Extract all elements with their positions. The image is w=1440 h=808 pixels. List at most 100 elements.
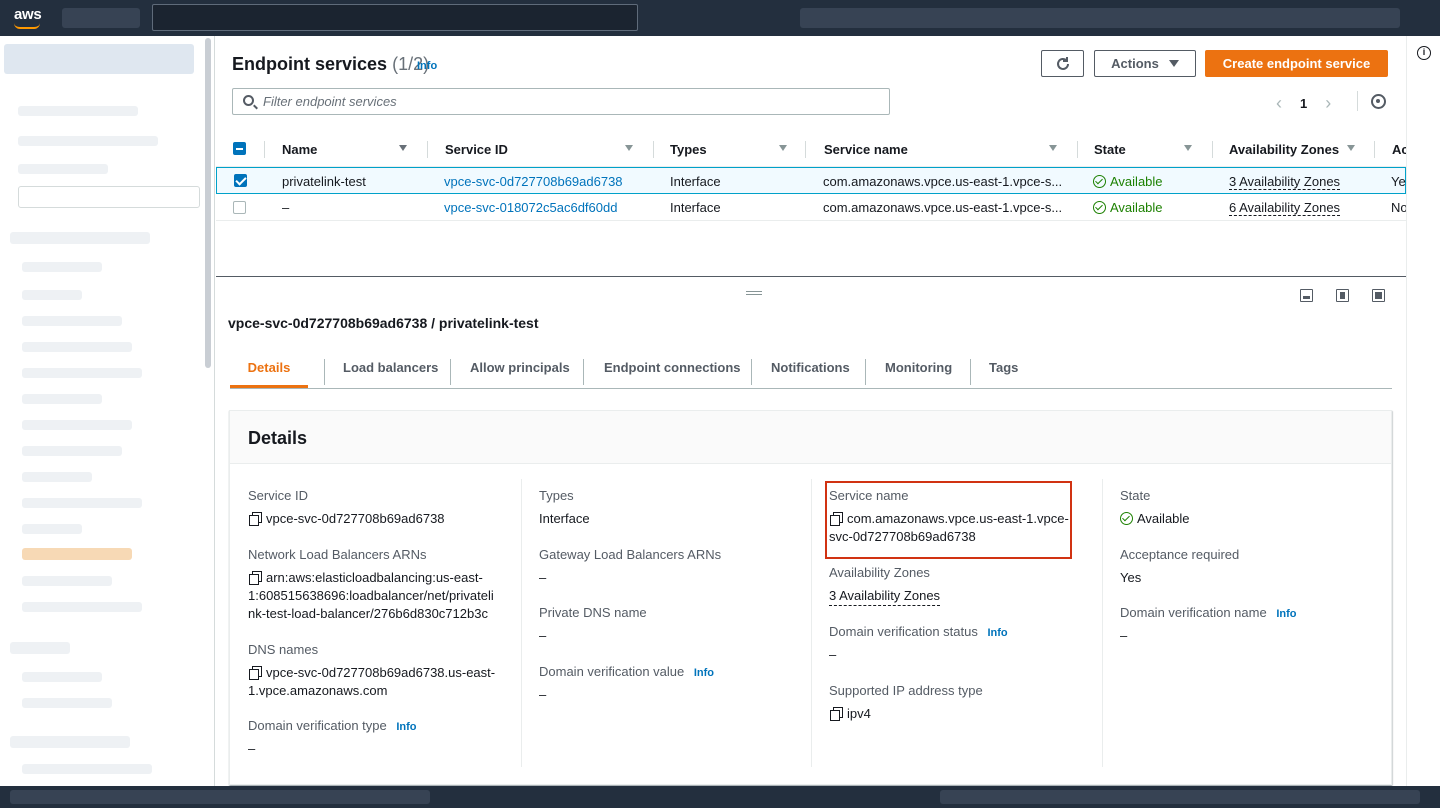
row-azs[interactable]: 6 Availability Zones xyxy=(1229,200,1341,216)
nlb-arn-line: 1:608515638696:loadbalancer/net/privatel… xyxy=(248,588,494,603)
info-link[interactable]: Info xyxy=(694,667,714,679)
info-link[interactable]: Info xyxy=(987,627,1007,639)
domain-verification-value-value: – xyxy=(539,687,547,702)
side-navigation xyxy=(0,36,215,786)
sort-icon[interactable] xyxy=(1049,145,1057,151)
chevron-left-icon[interactable]: ‹ xyxy=(1276,93,1282,114)
top-nav: aws xyxy=(0,0,1440,36)
nlb-arns-value: arn:aws:elasticloadbalancing:us-east- 1:… xyxy=(248,569,518,623)
refresh-icon xyxy=(1056,56,1069,70)
copy-icon[interactable] xyxy=(249,666,262,680)
split-panel: vpce-svc-0d727708b69ad6738 / privatelink… xyxy=(216,276,1406,786)
domain-verification-type-label: Domain verification type Info xyxy=(248,718,417,733)
split-full-icon[interactable] xyxy=(1372,289,1385,302)
caret-down-icon xyxy=(1168,60,1179,67)
info-circle-icon[interactable]: i xyxy=(1417,46,1431,60)
availability-zones-label: Availability Zones xyxy=(829,565,930,580)
tab-endpoint-connections[interactable]: Endpoint connections xyxy=(604,347,741,388)
domain-verification-name-label: Domain verification name Info xyxy=(1120,605,1296,620)
label-text: Domain verification name xyxy=(1120,605,1267,620)
sort-icon[interactable] xyxy=(625,145,633,151)
col-availability-zones[interactable]: Availability Zones xyxy=(1229,142,1339,157)
status-success-icon xyxy=(1120,512,1133,525)
glb-arns-value: – xyxy=(539,570,547,585)
copy-icon[interactable] xyxy=(830,512,843,526)
sidebar-scrollbar[interactable] xyxy=(205,38,211,368)
tab-allow-principals[interactable]: Allow principals xyxy=(470,347,570,388)
row-service-id-link[interactable]: vpce-svc-018072c5ac6df60dd xyxy=(444,200,617,215)
footer-legal[interactable] xyxy=(940,790,1420,804)
aws-logo[interactable]: aws xyxy=(14,6,42,23)
info-link[interactable]: Info xyxy=(1276,608,1296,620)
page-title-text: Endpoint services xyxy=(232,54,388,74)
acceptance-required-value: Yes xyxy=(1120,570,1142,585)
sort-icon[interactable] xyxy=(1184,145,1192,151)
endpoint-services-table: Name Service ID Types Service name State… xyxy=(216,132,1409,221)
filter-placeholder: Filter endpoint services xyxy=(263,94,397,109)
row-types: Interface xyxy=(670,200,721,215)
tab-monitoring[interactable]: Monitoring xyxy=(885,347,952,388)
service-name-label: Service name xyxy=(829,488,909,503)
details-card-title: Details xyxy=(248,428,308,448)
sort-desc-icon[interactable] xyxy=(399,145,407,151)
info-link[interactable]: Info xyxy=(396,721,416,733)
footer-bar xyxy=(0,786,1440,808)
state-text: Available xyxy=(1137,511,1190,526)
col-state[interactable]: State xyxy=(1094,142,1126,157)
row-types: Interface xyxy=(670,174,721,189)
dns-name-line: vpce-svc-0d727708b69ad6738.us-east- xyxy=(266,665,496,680)
copy-icon[interactable] xyxy=(249,512,262,526)
ip-address-type-label: Supported IP address type xyxy=(829,683,983,698)
refresh-button[interactable] xyxy=(1041,50,1084,77)
col-types[interactable]: Types xyxy=(670,142,707,157)
copy-icon[interactable] xyxy=(830,707,843,721)
tab-details[interactable]: Details xyxy=(230,347,308,388)
acceptance-required-label: Acceptance required xyxy=(1120,547,1240,562)
main-content: Endpoint services (1/2) Info Actions Cre… xyxy=(216,36,1409,786)
nlb-arns-label: Network Load Balancers ARNs xyxy=(248,547,427,562)
sort-icon[interactable] xyxy=(1347,145,1355,151)
state-label: State xyxy=(1120,488,1151,503)
gear-icon[interactable] xyxy=(1371,94,1386,109)
account-region-menu[interactable] xyxy=(800,8,1400,28)
row-state: Available xyxy=(1093,200,1163,215)
services-menu[interactable] xyxy=(62,8,140,28)
row-state-text: Available xyxy=(1110,174,1163,189)
col-service-id[interactable]: Service ID xyxy=(445,142,508,157)
row-service-name: com.amazonaws.vpce.us-east-1.vpce-s... xyxy=(823,200,1063,215)
row-service-id-link[interactable]: vpce-svc-0d727708b69ad6738 xyxy=(444,174,623,189)
label-text: Domain verification status xyxy=(829,624,978,639)
table-row[interactable]: privatelink-test vpce-svc-0d727708b69ad6… xyxy=(216,167,1406,194)
actions-button[interactable]: Actions xyxy=(1094,50,1196,77)
create-endpoint-service-button[interactable]: Create endpoint service xyxy=(1205,50,1388,77)
tab-load-balancers[interactable]: Load balancers xyxy=(343,347,438,388)
tab-notifications[interactable]: Notifications xyxy=(771,347,850,388)
chevron-right-icon[interactable]: › xyxy=(1325,93,1331,114)
split-side-icon[interactable] xyxy=(1336,289,1349,302)
service-name-line: com.amazonaws.vpce.us-east-1.vpce- xyxy=(847,511,1069,526)
table-row[interactable]: – vpce-svc-018072c5ac6df60dd Interface c… xyxy=(216,194,1408,221)
split-bottom-icon[interactable] xyxy=(1300,289,1313,302)
drag-handle-icon[interactable] xyxy=(746,291,762,295)
col-service-name[interactable]: Service name xyxy=(824,142,908,157)
domain-verification-value-label: Domain verification value Info xyxy=(539,664,714,679)
tab-tags[interactable]: Tags xyxy=(989,347,1018,388)
col-name[interactable]: Name xyxy=(282,142,317,157)
sort-icon[interactable] xyxy=(779,145,787,151)
status-success-icon xyxy=(1093,175,1106,188)
glb-arns-label: Gateway Load Balancers ARNs xyxy=(539,547,722,562)
info-link[interactable]: Info xyxy=(417,60,437,72)
private-dns-label: Private DNS name xyxy=(539,605,647,620)
page-number[interactable]: 1 xyxy=(1300,96,1307,111)
domain-verification-type-value: – xyxy=(248,741,256,756)
row-checkbox[interactable] xyxy=(234,174,247,187)
status-success-icon xyxy=(1093,201,1106,214)
availability-zones-value[interactable]: 3 Availability Zones xyxy=(829,587,941,606)
filter-input[interactable]: Filter endpoint services xyxy=(232,88,890,115)
row-checkbox[interactable] xyxy=(233,201,246,214)
global-search[interactable] xyxy=(152,4,638,31)
copy-icon[interactable] xyxy=(249,571,262,585)
footer-links[interactable] xyxy=(10,790,430,804)
select-all-checkbox[interactable] xyxy=(233,142,246,155)
row-azs[interactable]: 3 Availability Zones xyxy=(1229,174,1341,190)
